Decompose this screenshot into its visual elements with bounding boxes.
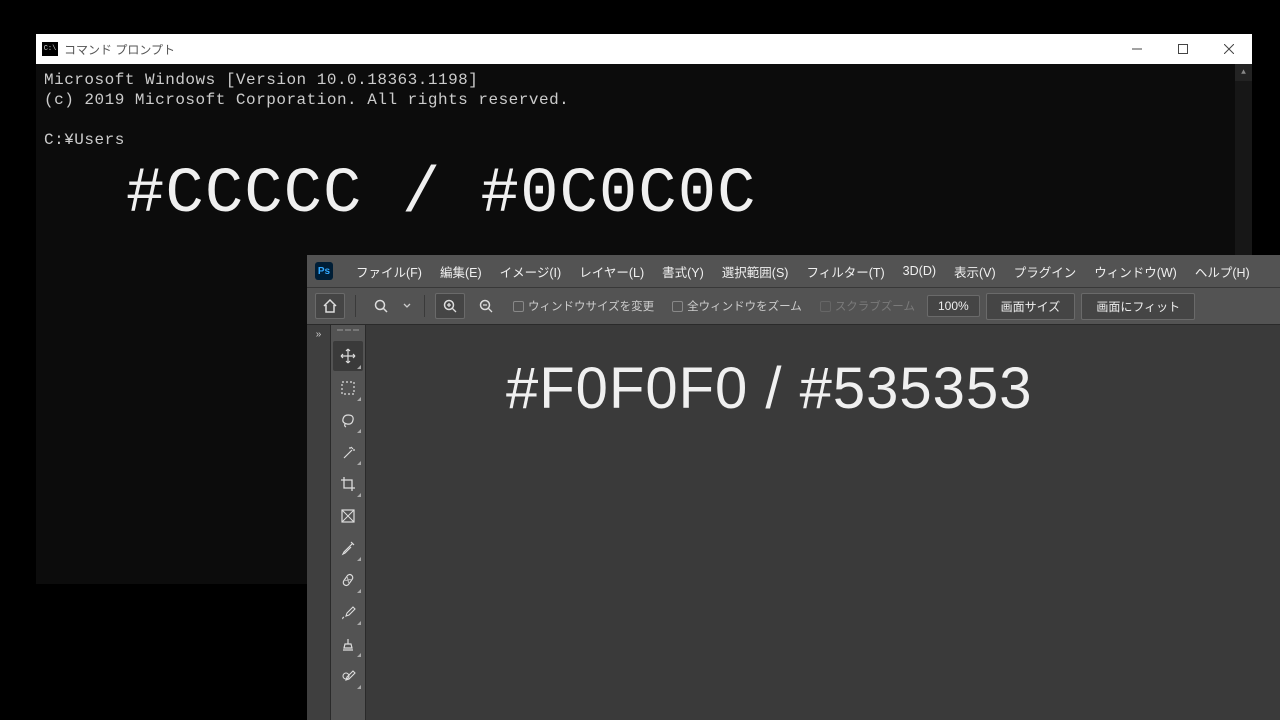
scrubby-zoom-label: スクラブズーム: [835, 298, 915, 314]
move-tool[interactable]: [333, 341, 363, 371]
photoshop-window: Ps ファイル(F) 編集(E) イメージ(I) レイヤー(L) 書式(Y) 選…: [307, 255, 1280, 720]
ps-toolbar: [331, 325, 366, 720]
cmd-color-annotation: #CCCCC / #0C0C0C: [126, 159, 757, 231]
lasso-tool[interactable]: [333, 405, 363, 435]
zoom-level-button[interactable]: 100%: [927, 295, 980, 317]
ps-panel-tabstrip[interactable]: »: [307, 325, 331, 720]
menu-select[interactable]: 選択範囲(S): [713, 258, 798, 285]
crop-tool[interactable]: [333, 469, 363, 499]
scrubby-zoom-checkbox: スクラブズーム: [820, 298, 915, 314]
ps-menubar: Ps ファイル(F) 編集(E) イメージ(I) レイヤー(L) 書式(Y) 選…: [307, 255, 1280, 287]
zoom-out-button[interactable]: [471, 293, 501, 319]
menu-edit[interactable]: 編集(E): [431, 258, 491, 285]
clone-stamp-tool[interactable]: [333, 629, 363, 659]
resize-windows-label: ウィンドウサイズを変更: [528, 298, 654, 314]
search-icon[interactable]: [366, 293, 396, 319]
fit-screen-button[interactable]: 画面にフィット: [1081, 293, 1195, 320]
chevron-down-icon[interactable]: [400, 293, 414, 319]
frame-tool[interactable]: [333, 501, 363, 531]
divider: [424, 295, 425, 317]
cmd-output-line: Microsoft Windows [Version 10.0.18363.11…: [44, 70, 1244, 90]
menu-window[interactable]: ウィンドウ(W): [1085, 258, 1186, 285]
zoom-all-checkbox[interactable]: 全ウィンドウをズーム: [672, 298, 802, 314]
ps-color-annotation: #F0F0F0 / #535353: [506, 355, 1032, 422]
maximize-button[interactable]: [1160, 34, 1206, 64]
menu-plugins[interactable]: プラグイン: [1005, 258, 1086, 285]
home-button[interactable]: [315, 293, 345, 319]
ps-canvas-area[interactable]: #F0F0F0 / #535353: [366, 325, 1280, 720]
resize-windows-checkbox[interactable]: ウィンドウサイズを変更: [513, 298, 654, 314]
cmd-title: コマンド プロンプト: [64, 41, 175, 58]
menu-filter[interactable]: フィルター(T): [797, 258, 893, 285]
menu-view[interactable]: 表示(V): [945, 258, 1005, 285]
photoshop-logo-icon: Ps: [315, 262, 333, 280]
toolbar-grip-icon[interactable]: [335, 329, 361, 335]
menu-help[interactable]: ヘルプ(H): [1186, 258, 1259, 285]
zoom-all-label: 全ウィンドウをズーム: [687, 298, 802, 314]
close-button[interactable]: [1206, 34, 1252, 64]
screen-size-button[interactable]: 画面サイズ: [986, 293, 1076, 320]
checkbox-icon: [820, 301, 831, 312]
cmd-window-buttons: [1114, 34, 1252, 64]
zoom-in-button[interactable]: [435, 293, 465, 319]
brush-tool[interactable]: [333, 597, 363, 627]
tool-preset-group: [366, 293, 414, 319]
checkbox-icon: [513, 301, 524, 312]
eyedropper-tool[interactable]: [333, 533, 363, 563]
cmd-titlebar[interactable]: コマンド プロンプト: [36, 34, 1252, 64]
menu-layer[interactable]: レイヤー(L): [570, 258, 653, 285]
ps-options-bar: ウィンドウサイズを変更 全ウィンドウをズーム スクラブズーム 100% 画面サイ…: [307, 287, 1280, 325]
cmd-prompt-line: C:¥Users: [44, 130, 1244, 150]
scrollbar-up-icon[interactable]: ▲: [1235, 64, 1252, 81]
minimize-button[interactable]: [1114, 34, 1160, 64]
history-brush-tool[interactable]: [333, 661, 363, 691]
magic-wand-tool[interactable]: [333, 437, 363, 467]
marquee-tool[interactable]: [333, 373, 363, 403]
cmd-output-line: [44, 110, 1244, 130]
menu-file[interactable]: ファイル(F): [347, 258, 431, 285]
ps-workspace: »: [307, 325, 1280, 720]
cmd-output-line: (c) 2019 Microsoft Corporation. All righ…: [44, 90, 1244, 110]
divider: [355, 295, 356, 317]
cmd-app-icon: [42, 42, 58, 56]
menu-3d[interactable]: 3D(D): [894, 260, 945, 282]
menu-type[interactable]: 書式(Y): [653, 258, 713, 285]
checkbox-icon: [672, 301, 683, 312]
healing-brush-tool[interactable]: [333, 565, 363, 595]
menu-image[interactable]: イメージ(I): [491, 258, 571, 285]
